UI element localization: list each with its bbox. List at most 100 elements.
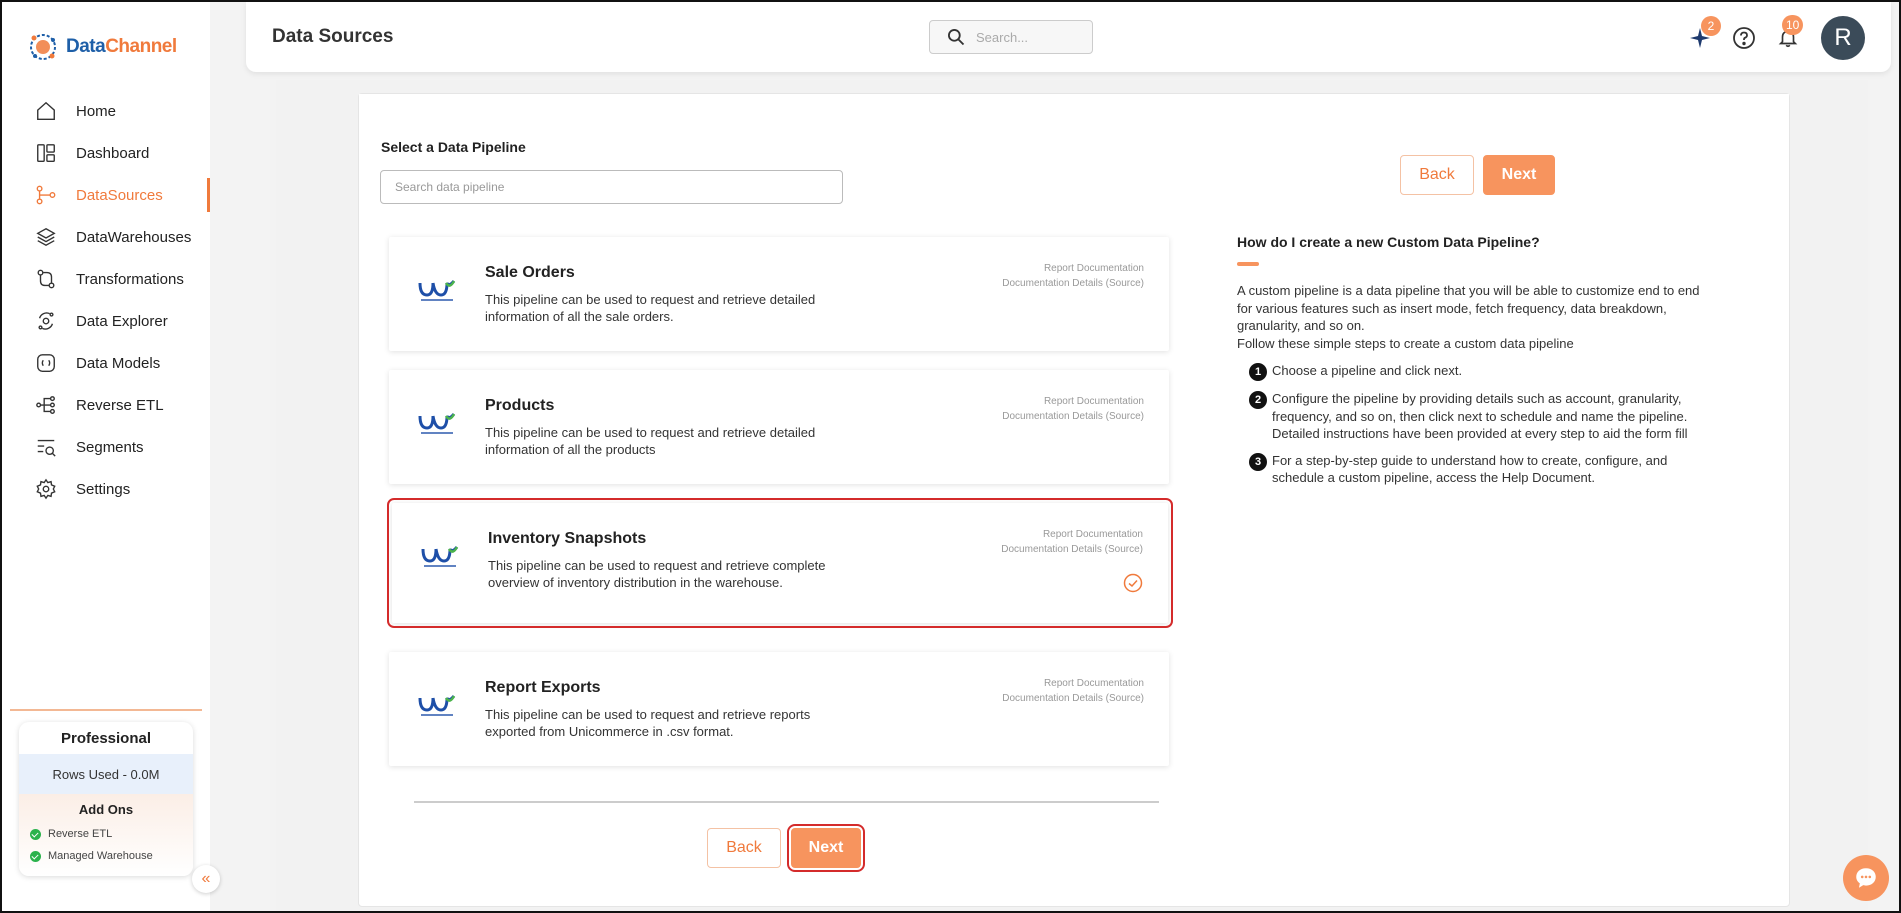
sparkle-badge: 2: [1701, 16, 1721, 36]
sidebar-item-data-models[interactable]: Data Models: [2, 342, 210, 384]
collapse-sidebar-button[interactable]: «: [192, 865, 220, 893]
pipeline-name: Report Exports: [485, 679, 601, 696]
sidebar-item-label: Dashboard: [76, 144, 150, 162]
page-title: Data Sources: [272, 26, 394, 47]
addons-section: Add Ons Reverse ETL Managed Warehouse: [19, 794, 193, 876]
pipeline-links: Report Documentation Documentation Detai…: [1002, 261, 1144, 291]
select-pipeline-label: Select a Data Pipeline: [381, 139, 526, 155]
help-section: How do I create a new Custom Data Pipeli…: [1237, 234, 1717, 496]
addons-title: Add Ons: [78, 802, 134, 817]
help-step: 2 Configure the pipeline by providing de…: [1237, 390, 1717, 443]
avatar[interactable]: R: [1821, 16, 1865, 60]
sidebar-item-label: DataWarehouses: [76, 228, 192, 246]
plan-card: Professional Rows Used - 0.0M Add Ons Re…: [19, 722, 193, 876]
brand-logo[interactable]: DataChannel: [26, 30, 177, 64]
help-steps: 1 Choose a pipeline and click next. 2 Co…: [1237, 362, 1717, 487]
step-number: 1: [1249, 363, 1267, 381]
unicommerce-logo-icon: [421, 546, 459, 567]
sidebar-item-label: Data Models: [76, 354, 161, 372]
documentation-details-link[interactable]: Documentation Details (Source): [1001, 542, 1143, 557]
back-button-top[interactable]: Back: [1400, 155, 1474, 195]
addon-item: Managed Warehouse: [19, 845, 193, 867]
sidebar-nav: Home Dashboard DataSources DataWarehouse…: [2, 90, 210, 510]
rows-used: Rows Used - 0.0M: [19, 754, 193, 794]
step-number: 3: [1249, 452, 1267, 471]
sidebar-item-label: DataSources: [76, 186, 163, 204]
pipeline-links: Report Documentation Documentation Detai…: [1001, 527, 1143, 557]
pipeline-search-input[interactable]: [380, 170, 843, 204]
report-documentation-link[interactable]: Report Documentation: [1002, 676, 1144, 691]
check-circle-icon: [30, 828, 41, 840]
sidebar-item-settings[interactable]: Settings: [2, 468, 210, 510]
dashboard-icon: [34, 141, 58, 165]
unicommerce-logo-icon: [418, 413, 456, 434]
sidebar-item-label: Transformations: [76, 270, 184, 288]
sidebar-item-label: Segments: [76, 438, 144, 456]
models-icon: [34, 351, 58, 375]
search-icon: [948, 29, 965, 46]
back-button-bottom[interactable]: Back: [707, 828, 781, 868]
sidebar-item-data-explorer[interactable]: Data Explorer: [2, 300, 210, 342]
step-text: For a step-by-step guide to understand h…: [1272, 452, 1668, 486]
sidebar-item-label: Data Explorer: [76, 312, 168, 330]
double-chevron-left-icon: «: [201, 870, 211, 887]
pipeline-name: Inventory Snapshots: [488, 530, 647, 547]
pipeline-links: Report Documentation Documentation Detai…: [1002, 676, 1144, 706]
chat-support-button[interactable]: [1843, 855, 1889, 901]
step-text: Choose a pipeline and click next.: [1272, 363, 1463, 378]
pipeline-card-report-exports[interactable]: Report Exports This pipeline can be used…: [389, 652, 1169, 766]
report-documentation-link[interactable]: Report Documentation: [1001, 527, 1143, 542]
sidebar-item-reverse-etl[interactable]: Reverse ETL: [2, 384, 210, 426]
sidebar-item-label: Settings: [76, 480, 131, 498]
home-icon: [34, 99, 58, 123]
sidebar-item-segments[interactable]: Segments: [2, 426, 210, 468]
check-circle-icon: [30, 850, 41, 862]
unicommerce-logo-icon: [418, 280, 456, 301]
pipeline-card-sale-orders[interactable]: Sale Orders This pipeline can be used to…: [389, 237, 1169, 351]
pipeline-description: This pipeline can be used to request and…: [485, 292, 816, 324]
documentation-details-link[interactable]: Documentation Details (Source): [1002, 409, 1144, 424]
next-button-top[interactable]: Next: [1483, 155, 1555, 195]
sidebar-item-dashboard[interactable]: Dashboard: [2, 132, 210, 174]
sidebar-divider: [10, 709, 202, 711]
sidebar-item-label: Home: [76, 102, 117, 120]
segments-icon: [34, 435, 58, 459]
help-step: 3 For a step-by-step guide to understand…: [1237, 452, 1717, 487]
unicommerce-logo-icon: [418, 695, 456, 716]
top-header: Data Sources 2 10 R: [246, 2, 1891, 72]
pipeline-card-inventory-snapshots[interactable]: Inventory Snapshots This pipeline can be…: [387, 498, 1173, 628]
ai-assistant-button[interactable]: 2: [1688, 16, 1721, 50]
pipeline-description: This pipeline can be used to request and…: [485, 707, 811, 739]
help-intro-follow: Follow these simple steps to create a cu…: [1237, 335, 1574, 351]
notifications-button[interactable]: 10: [1776, 15, 1804, 50]
transformations-icon: [34, 267, 58, 291]
help-circle-icon: [1733, 27, 1755, 49]
pipeline-card-products[interactable]: Products This pipeline can be used to re…: [389, 370, 1169, 484]
panel-toolbar: [359, 94, 1789, 228]
report-documentation-link[interactable]: Report Documentation: [1002, 394, 1144, 409]
search-input[interactable]: [976, 29, 1086, 45]
documentation-details-link[interactable]: Documentation Details (Source): [1002, 276, 1144, 291]
global-search[interactable]: [929, 20, 1093, 54]
sidebar: DataChannel Home Dashboard DataSources D…: [2, 2, 210, 911]
selected-check-icon: [1123, 573, 1143, 593]
datachannel-logo-icon: [30, 34, 56, 60]
documentation-details-link[interactable]: Documentation Details (Source): [1002, 691, 1144, 706]
pipeline-description: This pipeline can be used to request and…: [485, 425, 816, 457]
sidebar-item-datasources[interactable]: DataSources: [2, 174, 210, 216]
help-title: How do I create a new Custom Data Pipeli…: [1237, 234, 1540, 250]
help-intro: A custom pipeline is a data pipeline tha…: [1237, 283, 1700, 333]
next-button-bottom[interactable]: Next: [787, 824, 865, 872]
sidebar-item-datawarehouses[interactable]: DataWarehouses: [2, 216, 210, 258]
help-accent-bar: [1237, 262, 1259, 266]
plan-title: Professional: [60, 729, 152, 747]
report-documentation-link[interactable]: Report Documentation: [1002, 261, 1144, 276]
sidebar-item-home[interactable]: Home: [2, 90, 210, 132]
help-button[interactable]: [1732, 26, 1756, 50]
step-number: 2: [1249, 391, 1267, 409]
sidebar-item-transformations[interactable]: Transformations: [2, 258, 210, 300]
help-step: 1 Choose a pipeline and click next.: [1237, 362, 1717, 381]
pipeline-panel: Select a Data Pipeline Back Next Sale Or…: [358, 93, 1790, 907]
addon-item: Reverse ETL: [19, 823, 193, 845]
brand-name: DataChannel: [66, 36, 177, 57]
